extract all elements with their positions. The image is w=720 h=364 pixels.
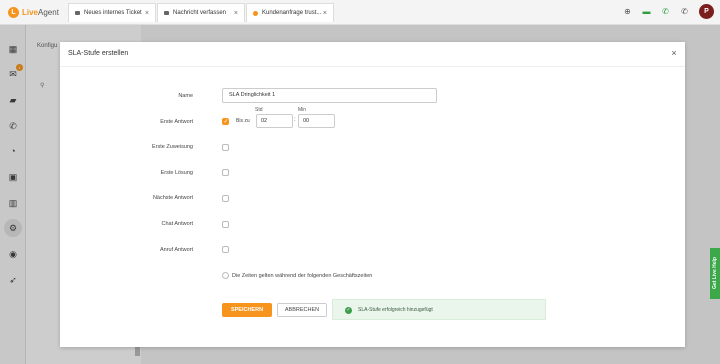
first-answer-checkbox[interactable] [222,118,229,125]
first-assignment-label: Erste Zuweisung [152,144,193,150]
chat-answer-label: Chat Antwort [161,221,194,227]
top-bar: L LiveAgent Neues internes Ticket × Nach… [0,0,720,25]
tab-label: Kundenanfrage trust... [262,10,322,16]
check-icon: ✓ [345,307,352,314]
hours-label: Std [255,107,263,113]
tab-compose-message[interactable]: Nachricht verfassen × [157,3,245,22]
avatar[interactable]: P [699,4,714,19]
tab-label: Neues internes Ticket [84,10,142,16]
close-icon[interactable]: × [669,48,679,58]
first-assignment-checkbox[interactable] [222,144,229,151]
first-solution-label: Erste Lösung [160,170,193,176]
next-answer-label: Nächste Antwort [152,195,193,201]
liveagent-logo[interactable]: L LiveAgent [8,6,59,18]
chat-answer-checkbox[interactable] [222,221,229,228]
tab-new-internal-ticket[interactable]: Neues internes Ticket × [68,3,156,22]
phone-icon[interactable]: ✆ [680,7,689,16]
dialog-title: SLA-Stufe erstellen [68,50,129,57]
status-dot-icon [253,10,258,16]
time-separator: : [294,117,296,123]
next-answer-checkbox[interactable] [222,195,229,202]
minutes-input[interactable]: 00 [298,114,335,128]
logo-icon: L [8,6,19,18]
close-icon[interactable]: × [145,10,149,17]
call-answer-checkbox[interactable] [222,246,229,253]
name-field[interactable]: SLA Dringlichkeit 1 [222,88,437,103]
sla-level-dialog: SLA-Stufe erstellen × Name SLA Dringlich… [60,42,685,347]
mail-icon [164,11,169,15]
hours-input[interactable]: 02 [256,114,293,128]
toast-message: SLA-Stufe erfolgreich hinzugefügt [358,307,433,313]
tab-label: Nachricht verfassen [173,10,227,16]
top-icons: ⊕ ▬ ✆ ✆ P [623,4,714,19]
logo-text: LiveAgent [22,7,59,17]
up-to-label: Bis zu [236,118,250,124]
first-answer-label: Erste Antwort [160,119,193,125]
call-answer-label: Anruf Antwort [159,247,193,253]
business-hours-radio[interactable] [222,272,229,279]
cancel-button[interactable]: ABBRECHEN [277,303,327,317]
phone-icon[interactable]: ✆ [661,7,670,16]
ticket-icon [75,11,80,15]
save-button[interactable]: SPEICHERN [222,303,272,317]
close-icon[interactable]: × [234,10,238,17]
chat-icon[interactable]: ▬ [642,7,651,16]
success-toast: ✓ SLA-Stufe erfolgreich hinzugefügt [332,299,546,320]
name-label: Name [178,93,193,99]
add-circle-icon[interactable]: ⊕ [623,7,632,16]
first-solution-checkbox[interactable] [222,169,229,176]
dialog-header: SLA-Stufe erstellen × [60,42,685,67]
minutes-label: Min [298,107,307,113]
business-hours-text: Die Zeiten gelten während der folgenden … [232,273,373,279]
close-icon[interactable]: × [323,10,327,17]
live-help-button[interactable]: Get Live Help [710,248,720,299]
tab-customer-request[interactable]: Kundenanfrage trust... × [246,3,334,22]
